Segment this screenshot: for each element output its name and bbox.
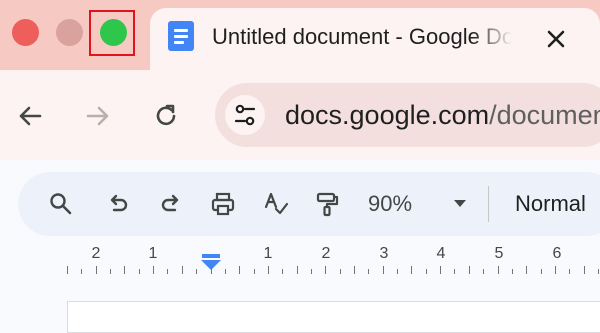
navigation-bar: docs.google.com/document [0, 70, 600, 160]
ruler-tick [96, 266, 97, 274]
browser-tab[interactable]: Untitled document - Google Docs [150, 8, 600, 70]
url-domain: docs.google.com [285, 100, 490, 130]
paint-format-icon[interactable] [314, 191, 340, 217]
paragraph-style-select[interactable]: Normal [515, 189, 586, 219]
ruler-tick [354, 266, 355, 274]
ruler-tick [397, 269, 398, 274]
zoom-select[interactable]: 90% [368, 189, 412, 219]
ruler-tick [124, 266, 125, 274]
site-settings-icon[interactable] [225, 95, 265, 135]
ruler-tick [569, 269, 570, 274]
minimize-window-button[interactable] [56, 19, 83, 46]
ruler-label: 1 [263, 245, 273, 262]
url-path: /document [489, 100, 600, 130]
ruler-tick [268, 266, 269, 274]
forward-arrow-icon[interactable] [82, 100, 114, 132]
ruler-tick [411, 266, 412, 274]
ruler-tick [311, 269, 312, 274]
undo-icon[interactable] [105, 191, 131, 217]
ruler-label: 2 [321, 245, 331, 262]
reload-icon[interactable] [150, 100, 182, 132]
ruler-label: 3 [379, 245, 389, 262]
ruler-tick [541, 269, 542, 274]
ruler-tick [598, 269, 599, 274]
ruler-label: 6 [552, 245, 562, 262]
ruler-tick [440, 266, 441, 274]
ruler-tick [526, 266, 527, 274]
ruler-tick [512, 269, 513, 274]
ruler-tick [139, 269, 140, 274]
ruler-tick [469, 266, 470, 274]
ruler-label: 5 [494, 245, 504, 262]
ruler-label: 1 [148, 245, 158, 262]
ruler-tick [225, 269, 226, 274]
google-docs-icon [168, 21, 194, 51]
ruler-tick [196, 269, 197, 274]
address-bar[interactable]: docs.google.com/document [215, 83, 600, 147]
ruler-tick [254, 269, 255, 274]
ruler-tick [584, 266, 585, 274]
close-window-button[interactable] [12, 19, 39, 46]
tab-title: Untitled document - Google Docs [212, 22, 512, 52]
chevron-down-icon[interactable] [454, 200, 466, 207]
ruler-tick [239, 266, 240, 274]
highlight-box [89, 10, 135, 56]
document-page[interactable] [67, 301, 600, 333]
search-icon[interactable] [48, 191, 74, 217]
ruler-tick [297, 266, 298, 274]
ruler: 2 1 1 2 3 4 5 6 [0, 244, 600, 280]
ruler-tick [167, 269, 168, 274]
ruler-tick [340, 269, 341, 274]
print-icon[interactable] [210, 191, 236, 217]
document-area: 90% Normal 2 1 1 2 3 4 5 6 [0, 160, 600, 333]
ruler-tick [153, 266, 154, 274]
ruler-tick [483, 269, 484, 274]
ruler-tick [211, 266, 212, 274]
docs-toolbar: 90% Normal [18, 172, 600, 236]
ruler-tick [383, 266, 384, 274]
ruler-tick [81, 269, 82, 274]
ruler-tick [182, 266, 183, 274]
spellcheck-icon[interactable] [263, 191, 289, 217]
ruler-tick [368, 269, 369, 274]
ruler-tick [555, 266, 556, 274]
toolbar-divider [488, 186, 489, 222]
ruler-label: 4 [436, 245, 446, 262]
ruler-tick [426, 269, 427, 274]
back-arrow-icon[interactable] [14, 100, 46, 132]
ruler-tick [282, 269, 283, 274]
ruler-tick [325, 266, 326, 274]
url-text: docs.google.com/document [285, 97, 600, 133]
ruler-label: 2 [91, 245, 101, 262]
redo-icon[interactable] [158, 191, 184, 217]
tab-strip: Untitled document - Google Docs [0, 0, 600, 70]
ruler-tick [110, 269, 111, 274]
ruler-tick [67, 266, 68, 274]
close-icon[interactable] [540, 23, 572, 55]
ruler-tick [454, 269, 455, 274]
ruler-tick [498, 266, 499, 274]
